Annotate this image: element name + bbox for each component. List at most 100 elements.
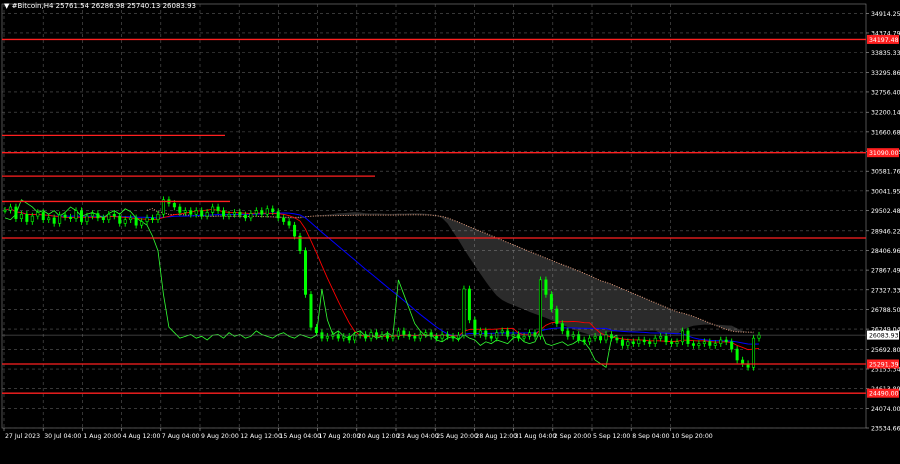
- candle-body: [588, 337, 592, 343]
- candle-body: [730, 341, 734, 350]
- candle-body: [47, 217, 51, 221]
- candle-body: [276, 211, 280, 219]
- candle-body: [172, 203, 176, 208]
- x-tick-label: 20 Aug 12:00: [358, 433, 400, 440]
- candle-body: [489, 336, 493, 339]
- candle-body: [238, 212, 242, 216]
- candle-body: [424, 332, 428, 335]
- candle-body: [156, 213, 160, 221]
- candle-body: [681, 330, 685, 343]
- candle-body: [63, 214, 67, 218]
- candle-body: [211, 206, 215, 213]
- candle-body: [528, 332, 532, 337]
- candle-body: [25, 213, 29, 222]
- dropdown-arrow-icon[interactable]: ▼: [4, 2, 12, 10]
- low-value: 25740.13: [126, 2, 161, 10]
- candle-body: [724, 339, 728, 343]
- current-price-label: 26083.93: [869, 333, 899, 340]
- level-price-label: 25291.39: [869, 361, 899, 368]
- open-value: 25761.54: [55, 2, 90, 10]
- candle-body: [549, 294, 553, 310]
- x-tick-label: 27 Jul 2023: [5, 433, 40, 440]
- y-tick-label: 32756.40: [871, 89, 900, 96]
- y-tick-label: 30581.76: [871, 169, 900, 176]
- candle-body: [36, 212, 40, 217]
- candle-body: [232, 212, 236, 215]
- candle-body: [3, 209, 7, 212]
- ichimoku-cloud: [147, 208, 754, 336]
- candle-body: [637, 339, 641, 344]
- candle-body: [713, 343, 717, 346]
- level-price-label: 34197.48: [869, 37, 899, 44]
- candle-body: [74, 210, 78, 219]
- candle-body: [402, 330, 406, 335]
- x-tick-label: 9 Aug 20:00: [201, 433, 239, 440]
- candle-body: [631, 341, 635, 344]
- y-tick-label: 23534.66: [871, 426, 900, 433]
- y-tick-label: 28406.96: [871, 248, 900, 255]
- candle-body: [282, 217, 286, 222]
- candle-body: [375, 332, 379, 337]
- candle-body: [314, 326, 318, 333]
- candle-body: [626, 341, 630, 346]
- candle-body: [752, 337, 756, 368]
- candle-body: [183, 210, 187, 213]
- candle-body: [118, 215, 122, 224]
- candle-body: [446, 334, 450, 337]
- candle-body: [129, 217, 133, 221]
- x-tick-label: 1 Aug 20:00: [83, 433, 121, 440]
- x-tick-label: 8 Sep 04:00: [632, 433, 669, 440]
- y-tick-label: 25692.80: [871, 347, 900, 354]
- candle-body: [571, 334, 575, 337]
- candle-body: [112, 213, 116, 217]
- y-tick-label: 28946.22: [871, 228, 900, 235]
- candle-body: [391, 336, 395, 339]
- candle-body: [222, 210, 226, 217]
- candle-body: [757, 334, 761, 339]
- symbol-name: #Bitcoin,H4: [11, 2, 54, 10]
- candle-body: [396, 330, 400, 337]
- candle-body: [101, 217, 105, 221]
- candle-body: [369, 332, 373, 339]
- level-price-label: 31090.00: [869, 150, 899, 157]
- candle-body: [265, 208, 269, 215]
- candle-body: [566, 330, 570, 337]
- y-tick-label: 33835.33: [871, 50, 900, 57]
- candle-body: [708, 341, 712, 346]
- candle-body: [353, 334, 357, 341]
- candle-body: [123, 219, 127, 224]
- candle-body: [686, 330, 690, 344]
- x-tick-label: 15 Aug 04:00: [279, 433, 321, 440]
- y-tick-label: 27867.49: [871, 268, 900, 275]
- y-tick-label: 26788.50: [871, 307, 900, 314]
- price-chart[interactable]: 34914.25 34374.79 33835.33 33295.86 32756.40…: [0, 0, 900, 460]
- candle-body: [205, 212, 209, 217]
- x-tick-label: 23 Aug 04:00: [397, 433, 439, 440]
- candle-body: [664, 336, 668, 343]
- candle-body: [254, 210, 258, 214]
- candle-body: [19, 213, 23, 219]
- candle-body: [719, 339, 723, 344]
- candle-body: [642, 339, 646, 343]
- candle-body: [478, 330, 482, 335]
- y-tick-label: 24074.00: [871, 406, 900, 413]
- y-tick-label: 31660.68: [871, 129, 900, 136]
- candle-body: [58, 214, 62, 224]
- candle-body: [500, 330, 504, 333]
- candle-body: [620, 339, 624, 346]
- chart-canvas[interactable]: 34914.2534374.7933835.3333295.8632756.40…: [0, 0, 900, 460]
- candle-body: [522, 336, 526, 339]
- y-tick-label: 33295.86: [871, 70, 900, 77]
- candle-body: [52, 217, 56, 224]
- candle-body: [456, 334, 460, 339]
- x-tick-label: 5 Sep 12:00: [593, 433, 630, 440]
- close-value: 26083.93: [162, 2, 196, 10]
- high-value: 26286.98: [91, 2, 125, 10]
- candle-body: [473, 319, 477, 335]
- candle-body: [189, 210, 193, 215]
- candle-body: [697, 343, 701, 346]
- candle-body: [347, 336, 351, 341]
- candle-body: [331, 334, 335, 337]
- candle-body: [304, 250, 308, 295]
- candle-body: [675, 341, 679, 344]
